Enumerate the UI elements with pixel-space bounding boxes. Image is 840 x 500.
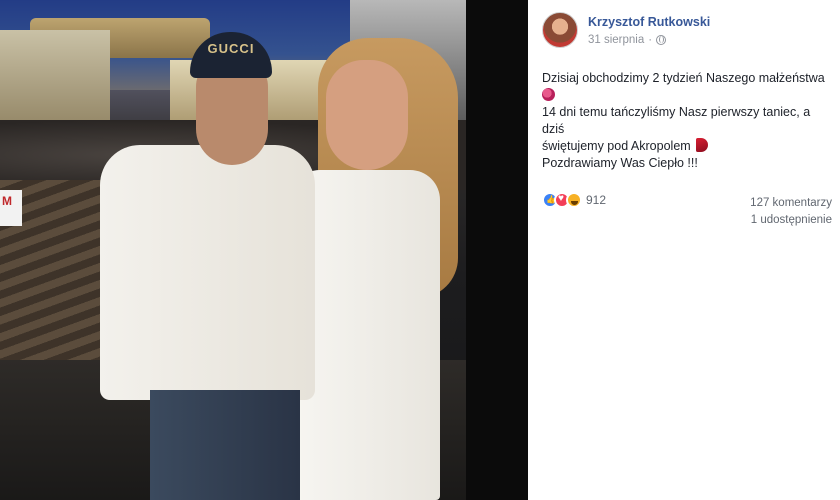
photo-man-shirt <box>100 145 315 400</box>
author-name-link[interactable]: Krzysztof Rutkowski <box>588 15 710 29</box>
meta-separator: · <box>648 33 653 46</box>
post-text-line-2: 14 dni temu tańczyliśmy Nasz pierwszy ta… <box>542 105 811 136</box>
post-stats: 127 komentarzy 1 udostępnienie <box>750 195 832 229</box>
photo-backdrop <box>466 0 528 500</box>
post-time-row: 31 sierpnia · <box>588 34 710 46</box>
shares-count-link[interactable]: 1 udostępnienie <box>750 212 832 229</box>
comments-count-link[interactable]: 127 komentarzy <box>750 195 832 212</box>
photo-sign: M <box>0 190 22 226</box>
post-header: Krzysztof Rutkowski 31 sierpnia · <box>542 12 710 48</box>
rose-emoji-icon <box>542 88 555 101</box>
post-text-line-3: świętujemy pod Akropolem <box>542 139 691 153</box>
post-panel: Krzysztof Rutkowski 31 sierpnia · Dzisia… <box>528 0 840 500</box>
post-photo[interactable]: M GUCCI <box>0 0 466 500</box>
haha-icon <box>566 192 582 208</box>
reaction-count[interactable]: 912 <box>586 193 606 207</box>
photo-man-jeans <box>150 390 300 500</box>
post-text-line-1: Dzisiaj obchodzimy 2 tydzień Naszego mał… <box>542 71 825 85</box>
photo-woman-head <box>326 60 408 170</box>
dancer-emoji-icon <box>696 138 709 152</box>
globe-icon[interactable] <box>656 34 667 45</box>
post-text: Dzisiaj obchodzimy 2 tydzień Naszego mał… <box>542 70 832 172</box>
post-text-line-4: Pozdrawiamy Was Ciepło !!! <box>542 156 698 170</box>
post-meta: Krzysztof Rutkowski 31 sierpnia · <box>588 15 710 46</box>
author-avatar[interactable] <box>542 12 578 48</box>
post-date-link[interactable]: 31 sierpnia <box>588 34 644 46</box>
reactions-summary[interactable]: 912 <box>542 192 606 208</box>
